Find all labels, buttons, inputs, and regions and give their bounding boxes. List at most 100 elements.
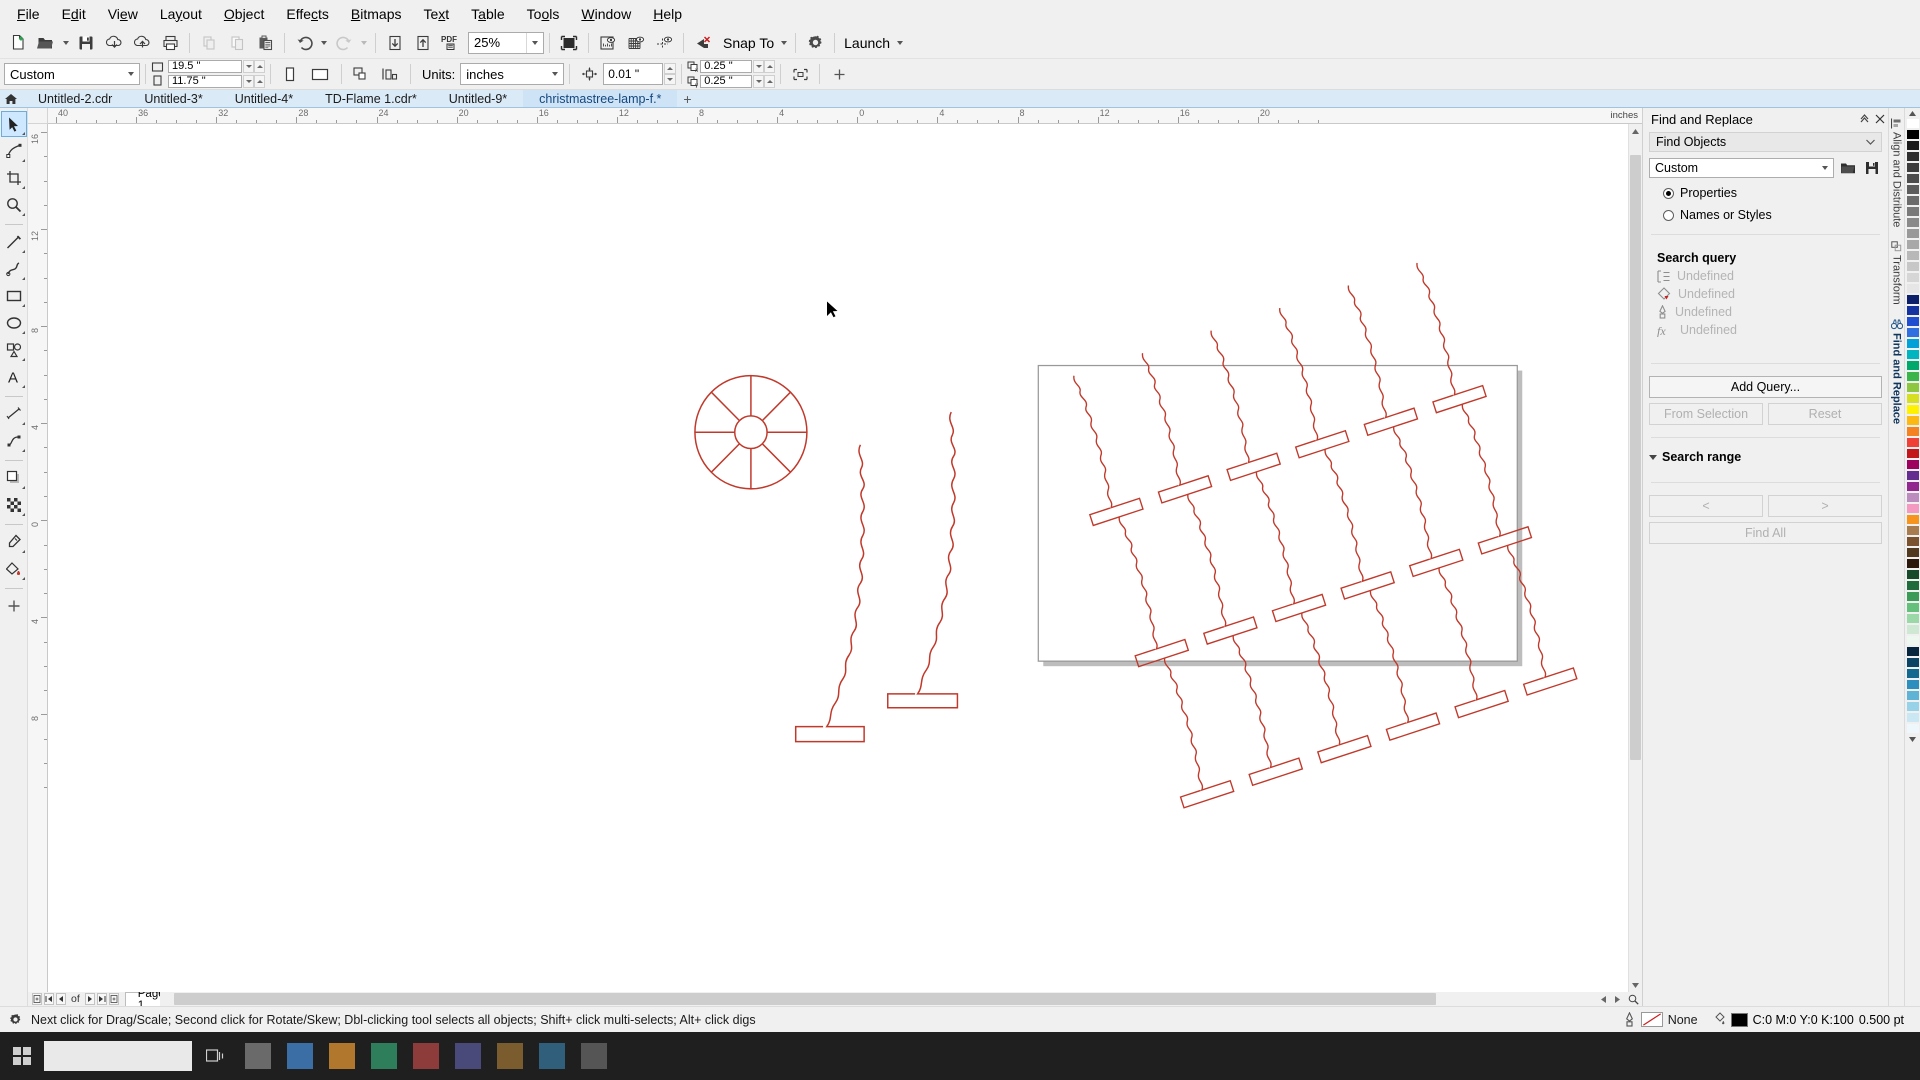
new-document-icon[interactable]	[4, 30, 32, 56]
docker-tab-align-and-distribute[interactable]: Align and Distribute	[1891, 118, 1903, 227]
current-page-button[interactable]	[375, 61, 405, 87]
close-icon[interactable]	[1872, 110, 1888, 128]
add-query-button[interactable]: Add Query...	[1649, 376, 1882, 398]
menu-help[interactable]: Help	[642, 3, 693, 25]
menu-bitmaps[interactable]: Bitmaps	[340, 3, 413, 25]
save-icon[interactable]	[1862, 158, 1882, 178]
vertical-scrollbar[interactable]	[1628, 124, 1642, 992]
palette-swatch[interactable]	[1905, 536, 1920, 547]
taskbar-app-4[interactable]	[364, 1034, 404, 1078]
page-width-input[interactable]: 19.5 "	[168, 60, 242, 73]
palette-swatch[interactable]	[1905, 162, 1920, 173]
print-icon[interactable]	[156, 30, 184, 56]
snap-to-label[interactable]: Snap To	[717, 35, 778, 51]
redo-icon[interactable]	[330, 30, 358, 56]
edit-page-button[interactable]	[786, 61, 814, 87]
vertical-scroll-track[interactable]	[1629, 138, 1642, 978]
palette-swatch[interactable]	[1905, 569, 1920, 580]
palette-scroll-up[interactable]	[1909, 108, 1916, 118]
duplicate-y-up[interactable]	[764, 75, 776, 88]
duplicate-y-input[interactable]: 0.25 "	[700, 75, 753, 88]
page-width-up[interactable]	[254, 60, 265, 73]
palette-swatch[interactable]	[1905, 118, 1920, 129]
docker-tab-find-and-replace[interactable]: Find and Replace	[1890, 319, 1903, 424]
drawing-canvas[interactable]	[48, 124, 1628, 992]
scroll-up-arrow[interactable]	[1629, 124, 1642, 138]
add-page-before-button[interactable]	[32, 993, 42, 1005]
task-view-button[interactable]	[196, 1034, 236, 1078]
palette-swatch[interactable]	[1905, 701, 1920, 712]
freehand-tool[interactable]	[2, 230, 26, 254]
interactive-fill-tool[interactable]	[2, 557, 26, 581]
quick-customize-button[interactable]	[2, 594, 26, 618]
menu-file[interactable]: File	[6, 3, 51, 25]
search-range-chevron-icon[interactable]	[1649, 454, 1657, 460]
taskbar-app-9[interactable]	[574, 1034, 614, 1078]
page-preset-arrow[interactable]	[122, 64, 139, 84]
menu-object[interactable]: Object	[213, 3, 275, 25]
palette-swatch[interactable]	[1905, 580, 1920, 591]
palette-swatch[interactable]	[1905, 327, 1920, 338]
new-document-tab-button[interactable]: +	[677, 90, 697, 107]
taskbar-app-5[interactable]	[406, 1034, 446, 1078]
palette-swatch[interactable]	[1905, 371, 1920, 382]
find-objects-chevron-icon[interactable]	[1866, 139, 1881, 145]
page-height-up[interactable]	[254, 75, 265, 88]
snap-to-dropdown-arrow[interactable]	[778, 30, 790, 56]
menu-effects[interactable]: Effects	[275, 3, 340, 25]
radio-names-or-styles[interactable]	[1663, 209, 1674, 221]
export-up-icon[interactable]	[409, 30, 437, 56]
show-rulers-icon[interactable]	[594, 30, 622, 56]
units-combo[interactable]: inches	[460, 63, 565, 85]
palette-swatch[interactable]	[1905, 173, 1920, 184]
menu-layout[interactable]: Layout	[149, 3, 213, 25]
palette-swatch[interactable]	[1905, 690, 1920, 701]
document-tab-5-active[interactable]: christmastree-lamp-f.*	[523, 90, 678, 107]
palette-swatch[interactable]	[1905, 459, 1920, 470]
landscape-orientation-button[interactable]	[304, 61, 336, 87]
page-height-input[interactable]: 11.75 "	[168, 75, 242, 88]
scroll-right-arrow[interactable]	[1610, 992, 1624, 1006]
ellipse-tool[interactable]	[2, 311, 26, 335]
palette-swatch[interactable]	[1905, 250, 1920, 261]
options-gear-icon[interactable]	[801, 30, 829, 56]
palette-swatches[interactable]	[1905, 118, 1920, 734]
palette-swatch[interactable]	[1905, 613, 1920, 624]
palette-swatch[interactable]	[1905, 261, 1920, 272]
taskbar-search-box[interactable]	[44, 1034, 194, 1078]
add-toolbar-item-button[interactable]	[825, 61, 853, 87]
taskbar-app-8[interactable]	[532, 1034, 572, 1078]
query-row-outline[interactable]: Undefined	[1657, 305, 1882, 319]
duplicate-x-down[interactable]	[753, 60, 765, 73]
taskbar-app-3[interactable]	[322, 1034, 362, 1078]
launch-label[interactable]: Launch	[840, 35, 894, 51]
launch-dropdown-arrow[interactable]	[894, 30, 906, 56]
duplicate-x-input[interactable]: 0.25 "	[700, 60, 753, 73]
document-tab-4[interactable]: Untitled-9*	[433, 90, 523, 107]
duplicate-y-down[interactable]	[753, 75, 765, 88]
parallel-dimension-tool[interactable]	[2, 402, 26, 426]
radio-properties[interactable]	[1663, 187, 1674, 199]
scroll-down-arrow[interactable]	[1629, 978, 1642, 992]
color-palette[interactable]	[1904, 108, 1920, 1006]
drop-shadow-tool[interactable]	[2, 466, 26, 490]
outline-status-segment[interactable]: None	[1615, 1012, 1706, 1027]
page-preset-combo[interactable]: Custom	[4, 63, 140, 85]
taskbar-app-6[interactable]	[448, 1034, 488, 1078]
find-all-button[interactable]: Find All	[1649, 522, 1882, 544]
query-row-object-type[interactable]: Undefined	[1657, 269, 1882, 283]
ruler-origin-corner[interactable]	[28, 108, 48, 124]
palette-swatch[interactable]	[1905, 184, 1920, 195]
menu-text[interactable]: Text	[412, 3, 460, 25]
publish-pdf-icon[interactable]: PDF	[437, 30, 465, 56]
zoom-tool[interactable]	[2, 193, 26, 217]
undo-icon[interactable]	[290, 30, 318, 56]
radio-properties-row[interactable]: Properties	[1663, 186, 1882, 200]
page-height-down[interactable]	[243, 75, 254, 88]
palette-swatch[interactable]	[1905, 723, 1920, 734]
palette-swatch[interactable]	[1905, 360, 1920, 371]
polygon-tool[interactable]	[2, 338, 26, 362]
palette-swatch[interactable]	[1905, 558, 1920, 569]
palette-swatch[interactable]	[1905, 305, 1920, 316]
search-preset-combo[interactable]: Custom	[1649, 158, 1834, 178]
